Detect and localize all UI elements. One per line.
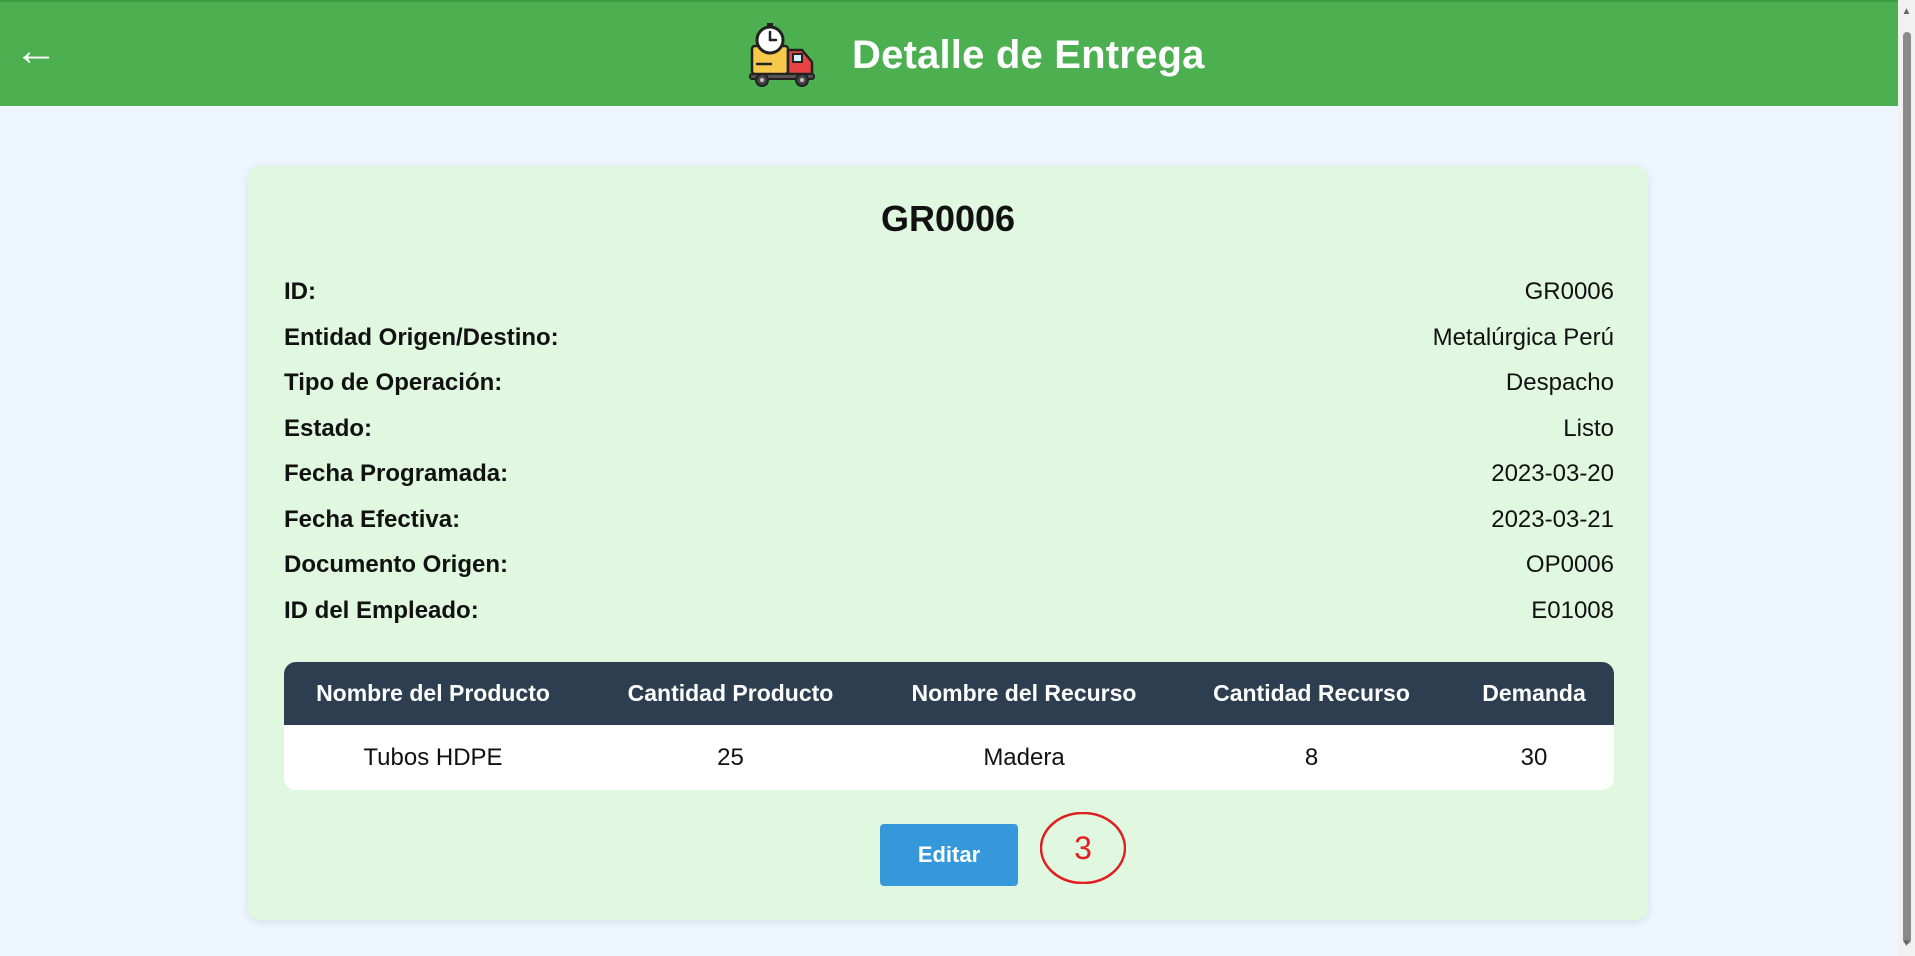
delivery-detail-card: GR0006 ID: GR0006 Entidad Origen/Destino… (248, 166, 1648, 920)
detail-value: Metalúrgica Perú (1432, 324, 1614, 351)
table-cell: Tubos HDPE (363, 743, 503, 771)
column-header: Nombre del Recurso (911, 680, 1137, 706)
column-header: Cantidad Producto (627, 680, 834, 706)
table-row: Tubos HDPE 25 Madera 8 30 (284, 725, 1614, 790)
back-arrow-button[interactable]: ← (14, 26, 58, 76)
detail-row-effective-date: Fecha Efectiva: 2023-03-21 (284, 505, 1614, 535)
products-table: Nombre del Producto Cantidad Producto No… (284, 662, 1614, 790)
page-title: Detalle de Entrega (852, 32, 1205, 77)
detail-value: Despacho (1505, 369, 1614, 396)
scroll-up-arrow-icon[interactable]: ▲ (1900, 6, 1913, 18)
table-cell: 8 (1304, 743, 1319, 771)
detail-value: 2023-03-20 (1491, 460, 1614, 487)
scroll-down-arrow-icon[interactable]: ▼ (1900, 938, 1913, 950)
annotation-circle: 3 (1040, 812, 1126, 884)
detail-value: E01008 (1531, 597, 1614, 624)
annotation-number: 3 (1074, 830, 1092, 866)
detail-label: ID: (284, 278, 316, 305)
table-header-row: Nombre del Producto Cantidad Producto No… (284, 662, 1614, 725)
detail-value: GR0006 (1524, 278, 1614, 305)
detail-value: Listo (1563, 415, 1614, 442)
column-header: Cantidad Recurso (1213, 680, 1410, 706)
detail-label: Estado: (284, 415, 373, 442)
delivery-truck-clock-icon (749, 23, 815, 87)
top-header-bar: ← Detalle de Entrega (0, 0, 1898, 106)
card-title: GR0006 (880, 198, 1016, 239)
detail-row-scheduled-date: Fecha Programada: 2023-03-20 (284, 459, 1614, 489)
detail-label: Tipo de Operación: (284, 369, 503, 396)
edit-button[interactable]: Editar (880, 824, 1018, 886)
column-header: Demanda (1482, 680, 1586, 706)
table-cell: 25 (717, 743, 744, 771)
detail-row-id: ID: GR0006 (284, 277, 1614, 307)
scrollbar-thumb[interactable] (1903, 32, 1911, 944)
table-cell: Madera (983, 743, 1065, 771)
detail-label: Documento Origen: (284, 551, 509, 578)
detail-row-source-document: Documento Origen: OP0006 (284, 550, 1614, 580)
detail-label: ID del Empleado: (284, 597, 479, 624)
detail-row-employee-id: ID del Empleado: E01008 (284, 596, 1614, 626)
detail-value: 2023-03-21 (1491, 506, 1614, 533)
detail-value: OP0006 (1525, 551, 1614, 578)
column-header: Nombre del Producto (316, 680, 550, 706)
table-cell: 30 (1520, 743, 1548, 771)
detail-label: Entidad Origen/Destino: (284, 324, 559, 351)
detail-row-entity: Entidad Origen/Destino: Metalúrgica Perú (284, 323, 1614, 353)
detail-row-status: Estado: Listo (284, 414, 1614, 444)
detail-label: Fecha Programada: (284, 460, 509, 487)
detail-label: Fecha Efectiva: (284, 506, 461, 533)
page: ← Detalle de Entrega GR0006 ID: GR0006 E… (0, 0, 1915, 956)
detail-row-operation-type: Tipo de Operación: Despacho (284, 368, 1614, 398)
header-title-group: Detalle de Entrega (748, 20, 1205, 90)
